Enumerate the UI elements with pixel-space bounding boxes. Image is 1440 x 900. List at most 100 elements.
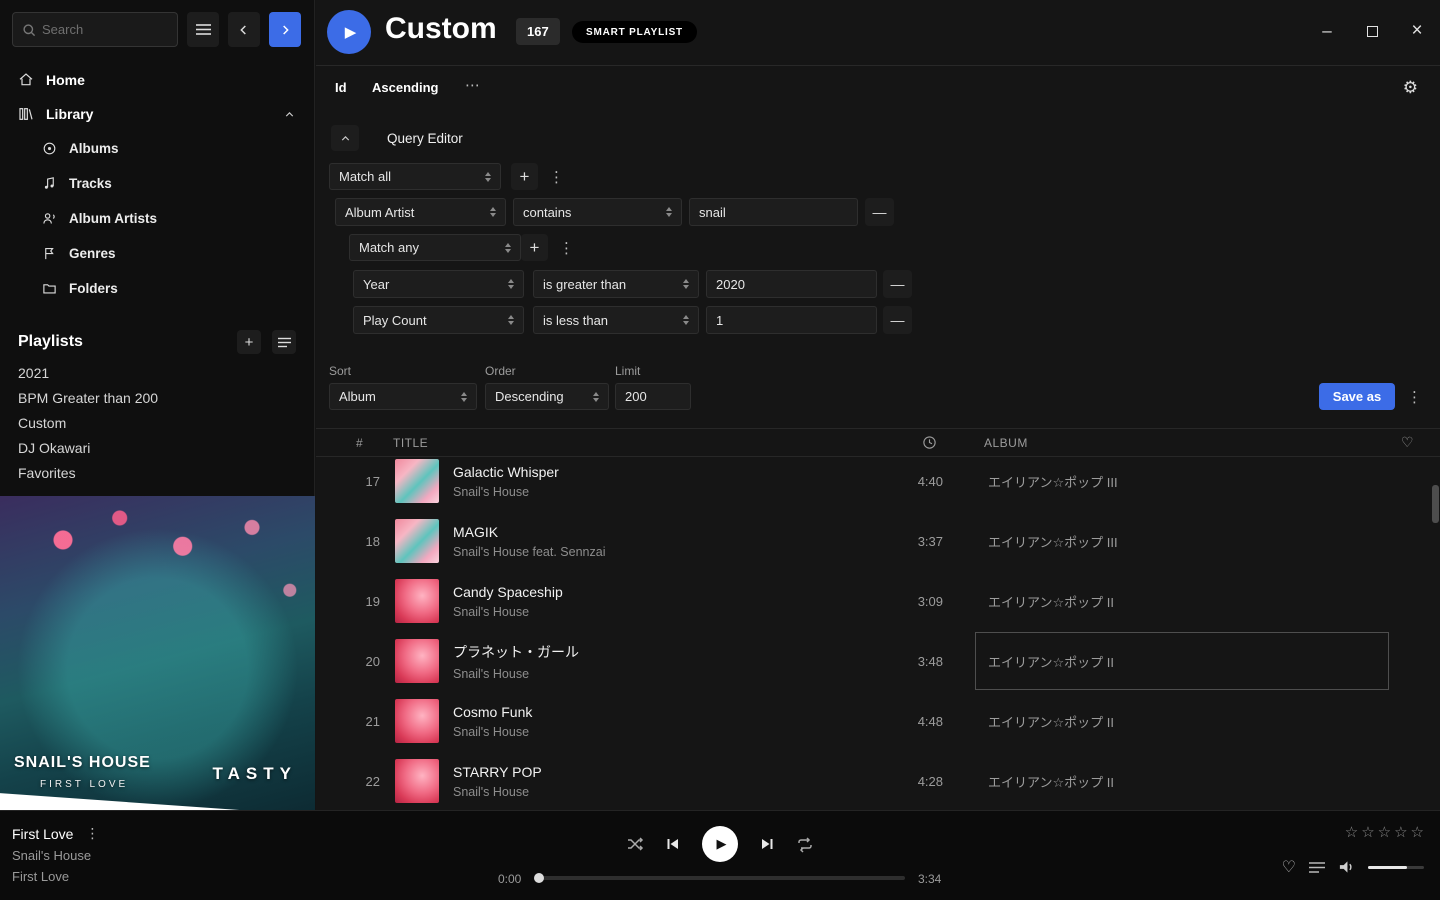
star-icon[interactable]: ☆ <box>1361 823 1374 841</box>
chevron-up-icon[interactable] <box>283 108 296 121</box>
volume-slider[interactable] <box>1368 866 1424 869</box>
rule1-field-select[interactable]: Album Artist <box>335 198 506 226</box>
rule-group-menu-icon[interactable]: ⋮ <box>549 168 564 186</box>
rule2-operator-select[interactable]: is greater than <box>533 270 699 298</box>
track-album-focused[interactable]: エイリアン☆ポップ II <box>975 632 1389 690</box>
playlist-item[interactable]: DJ Okawari <box>0 435 314 460</box>
sort-select[interactable]: Album <box>329 383 477 410</box>
limit-input[interactable] <box>615 383 691 410</box>
now-playing-track: First Love <box>12 826 73 842</box>
table-row[interactable]: 17 Galactic Whisper Snail's House 4:40 エ… <box>316 458 1430 511</box>
table-row[interactable]: 21 Cosmo Funk Snail's House 4:48 エイリアン☆ポ… <box>316 691 1430 751</box>
shuffle-button[interactable] <box>626 835 644 853</box>
sidebar-item-albums[interactable]: Albums <box>0 131 314 166</box>
rule1-remove-button[interactable]: — <box>865 198 894 226</box>
back-button[interactable] <box>228 12 260 47</box>
previous-button[interactable] <box>665 836 681 852</box>
playlist-item[interactable]: Favorites <box>0 460 314 485</box>
favorite-column-heart-icon[interactable]: ♡ <box>1401 434 1414 451</box>
track-album[interactable]: エイリアン☆ポップ II <box>975 752 1389 810</box>
sort-direction-button[interactable]: Ascending <box>372 80 438 95</box>
rule3-value-input[interactable] <box>706 306 877 334</box>
save-as-button[interactable]: Save as <box>1319 383 1395 410</box>
favorite-heart-icon[interactable]: ♡ <box>1282 857 1296 877</box>
rule2-remove-button[interactable]: — <box>883 270 912 298</box>
queue-button[interactable] <box>1309 861 1325 874</box>
track-artist: Snail's House <box>453 725 883 739</box>
duration-clock-icon[interactable] <box>922 435 937 450</box>
play-playlist-button[interactable]: ▶ <box>327 10 371 54</box>
sort-field-button[interactable]: Id <box>335 80 347 95</box>
play-button[interactable]: ▶ <box>702 826 738 862</box>
volume-button[interactable] <box>1338 859 1355 875</box>
playlist-item[interactable]: Custom <box>0 410 314 435</box>
root-match-select[interactable]: Match all <box>329 163 501 190</box>
group-add-rule-button[interactable]: + <box>521 234 548 261</box>
rule3-field-select[interactable]: Play Count <box>353 306 524 334</box>
rule1-value-input[interactable] <box>689 198 858 226</box>
track-album[interactable]: エイリアン☆ポップ III <box>975 512 1389 570</box>
column-number[interactable]: # <box>356 436 363 450</box>
rule1-operator-select[interactable]: contains <box>513 198 682 226</box>
star-icon[interactable]: ☆ <box>1394 823 1407 841</box>
search-input[interactable] <box>42 22 168 37</box>
smart-playlist-badge: SMART PLAYLIST <box>572 21 697 43</box>
sidebar-item-folders[interactable]: Folders <box>0 271 314 306</box>
album-art-thumb <box>395 639 439 683</box>
track-menu-icon[interactable]: ⋮ <box>85 825 99 842</box>
settings-gear-icon[interactable]: ⚙ <box>1403 78 1418 98</box>
scrollbar-thumb[interactable] <box>1432 485 1439 523</box>
seek-bar[interactable] <box>535 876 905 880</box>
close-button[interactable]: × <box>1408 22 1426 40</box>
playlist-item[interactable]: 2021 <box>0 360 314 385</box>
maximize-button[interactable] <box>1363 22 1381 40</box>
rule2-value-input[interactable] <box>706 270 877 298</box>
group-menu-icon[interactable]: ⋮ <box>559 239 574 257</box>
now-playing-album-art[interactable]: SNAIL'S HOUSE FIRST LOVE TASTY <box>0 496 315 810</box>
playlist-item[interactable]: BPM Greater than 200 <box>0 385 314 410</box>
seek-knob[interactable] <box>534 873 544 883</box>
updown-icon <box>593 392 599 402</box>
add-playlist-button[interactable]: + <box>237 330 261 354</box>
rule2-field-select[interactable]: Year <box>353 270 524 298</box>
star-icon[interactable]: ☆ <box>1378 823 1391 841</box>
volume-icon <box>1338 859 1355 875</box>
sidebar-item-genres[interactable]: Genres <box>0 236 314 271</box>
transport-controls: ▶ <box>626 826 814 862</box>
star-icon[interactable]: ☆ <box>1411 823 1424 841</box>
track-album[interactable]: エイリアン☆ポップ II <box>975 572 1389 630</box>
search-box[interactable] <box>12 12 178 47</box>
track-album[interactable]: エイリアン☆ポップ III <box>975 458 1389 510</box>
table-row[interactable]: 22 STARRY POP Snail's House 4:28 エイリアン☆ポ… <box>316 751 1430 810</box>
save-menu-icon[interactable]: ⋮ <box>1407 388 1422 406</box>
rule3-operator-select[interactable]: is less than <box>533 306 699 334</box>
track-list: 17 Galactic Whisper Snail's House 4:40 エ… <box>316 458 1430 810</box>
column-album[interactable]: ALBUM <box>984 436 1028 450</box>
rule3-remove-button[interactable]: — <box>883 306 912 334</box>
track-album[interactable]: エイリアン☆ポップ II <box>975 692 1389 750</box>
sidebar-item-tracks[interactable]: Tracks <box>0 166 314 201</box>
playlist-list-button[interactable] <box>272 330 296 354</box>
menu-button[interactable] <box>187 12 219 47</box>
order-select[interactable]: Descending <box>485 383 609 410</box>
sidebar-item-home[interactable]: Home <box>0 63 314 97</box>
query-editor-collapse-button[interactable] <box>331 125 359 151</box>
album-art-thumb <box>395 459 439 503</box>
column-title[interactable]: TITLE <box>393 436 428 450</box>
add-rule-button[interactable]: + <box>511 163 538 190</box>
more-options-button[interactable]: ⋯ <box>465 76 480 94</box>
table-row[interactable]: 19 Candy Spaceship Snail's House 3:09 エイ… <box>316 571 1430 631</box>
repeat-button[interactable] <box>796 835 814 853</box>
next-button[interactable] <box>759 836 775 852</box>
minimize-button[interactable]: – <box>1318 22 1336 40</box>
forward-button[interactable] <box>269 12 301 47</box>
sidebar-item-album-artists[interactable]: Album Artists <box>0 201 314 236</box>
group-match-select[interactable]: Match any <box>349 234 521 261</box>
now-playing-album: First Love <box>12 869 99 884</box>
star-icon[interactable]: ☆ <box>1345 823 1358 841</box>
table-row[interactable]: 18 MAGIK Snail's House feat. Sennzai 3:3… <box>316 511 1430 571</box>
table-row[interactable]: 20 プラネット・ガール Snail's House 3:48 エイリアン☆ポッ… <box>316 631 1430 691</box>
album-art-thumb <box>395 759 439 803</box>
album-art-thumb <box>395 579 439 623</box>
sidebar-item-library[interactable]: Library <box>0 97 314 131</box>
